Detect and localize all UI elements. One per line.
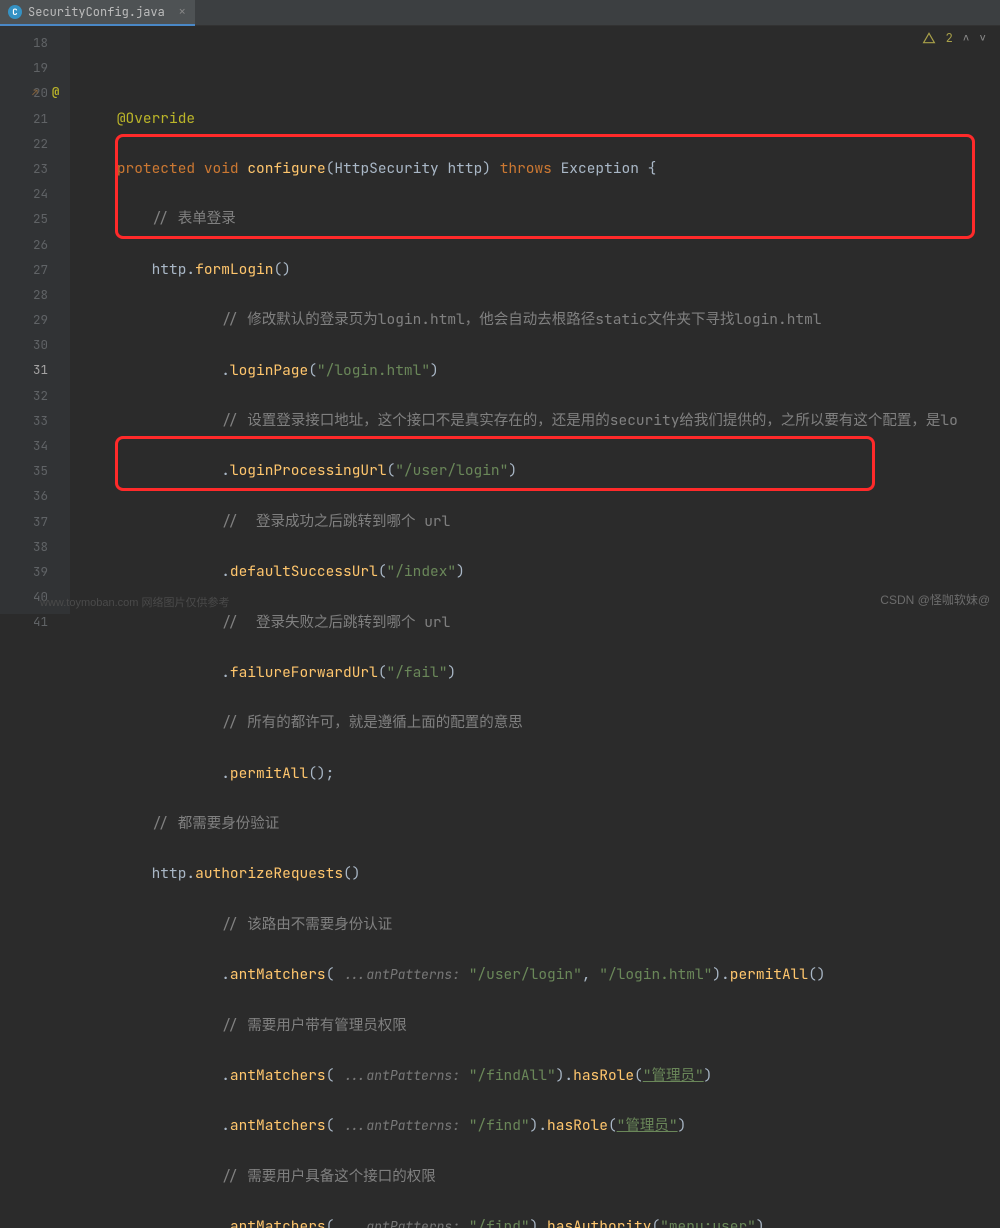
close-icon[interactable]: ✕ xyxy=(179,5,186,19)
override-gutter-icon[interactable]: ↗ xyxy=(32,80,38,105)
tab-bar: C SecurityConfig.java ✕ xyxy=(0,0,1000,26)
code-content[interactable]: @Override protected void configure(HttpS… xyxy=(70,26,1000,614)
source-faint-text: www.toymoban.com 网络图片仅供参考 xyxy=(40,594,229,610)
line-gutter[interactable]: 18 19 20↗@ 21 22 23 24 25 26 27 28 29 30… xyxy=(0,26,70,614)
annotation-gutter-icon[interactable]: @ xyxy=(52,80,59,105)
tab-filename: SecurityConfig.java xyxy=(28,4,165,20)
editor: 18 19 20↗@ 21 22 23 24 25 26 27 28 29 30… xyxy=(0,26,1000,614)
class-icon: C xyxy=(8,5,22,19)
file-tab-active[interactable]: C SecurityConfig.java ✕ xyxy=(0,0,195,26)
csdn-watermark: CSDN @怪咖软妹@ xyxy=(880,591,990,608)
